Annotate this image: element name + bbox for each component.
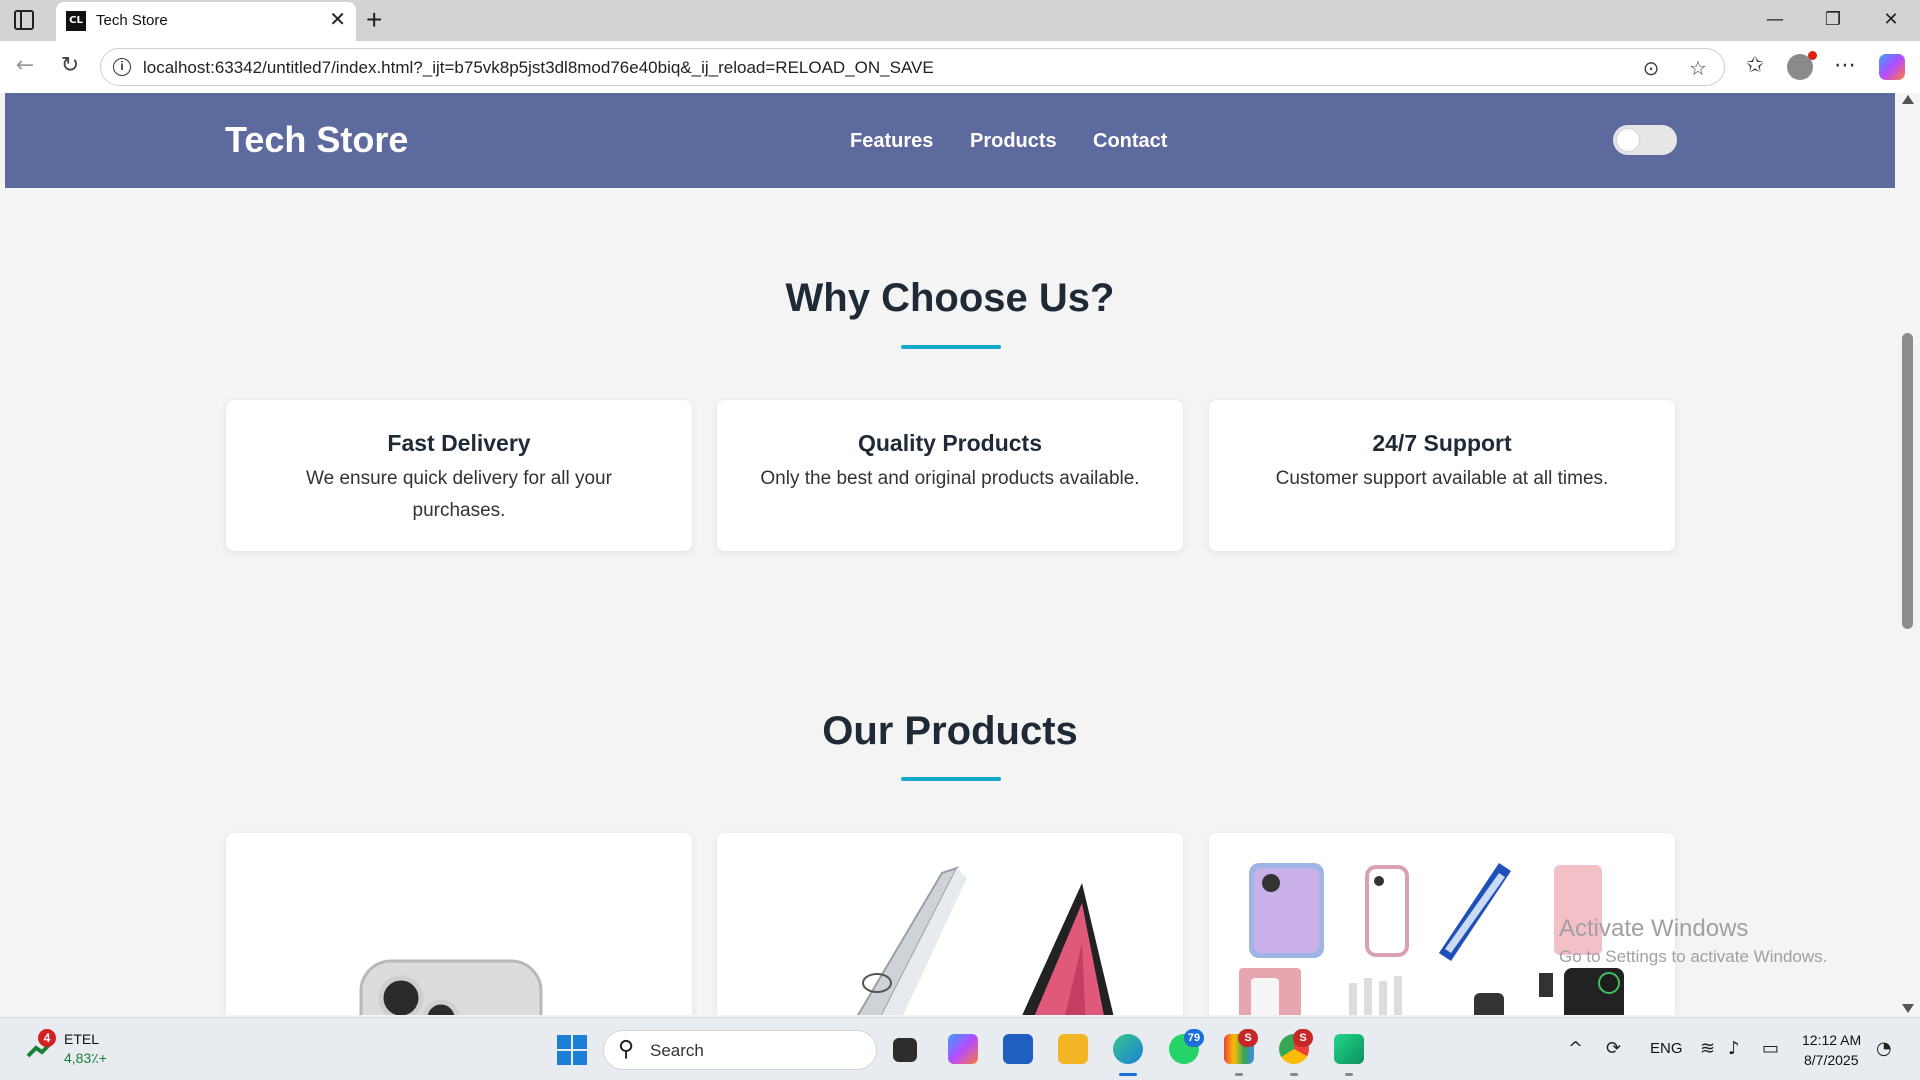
whatsapp-badge: 79	[1184, 1029, 1204, 1047]
tab-title: Tech Store	[96, 12, 168, 29]
feature-card-title: Quality Products	[857, 430, 1043, 456]
sidebar-toggle-icon[interactable]	[14, 10, 34, 30]
stock-badge: 4	[38, 1029, 56, 1047]
battery-icon[interactable]: ▭	[1762, 1038, 1779, 1060]
activate-windows-watermark: Activate Windows Go to Settings to activ…	[1559, 915, 1827, 967]
clock-date[interactable]: 8/7/2025	[1804, 1052, 1859, 1068]
url-text[interactable]: localhost:63342/untitled7/index.html?_ij…	[143, 58, 934, 78]
edge-active-indicator	[1119, 1073, 1137, 1076]
windows-taskbar: 4 ETEL 4,83٪+ ⚲ Search 79 S S ^ ⟳ ENG ≋ …	[0, 1017, 1920, 1080]
features-title: Why Choose Us?	[785, 276, 1115, 320]
clion-indicator	[1345, 1073, 1353, 1076]
site-info-icon[interactable]: i	[113, 58, 131, 76]
smartphone-image	[359, 959, 543, 1015]
task-view-icon[interactable]	[893, 1038, 917, 1062]
sync-icon[interactable]: ⟳	[1606, 1038, 1621, 1060]
copilot-icon[interactable]	[1879, 54, 1905, 80]
file-explorer-icon[interactable]	[1058, 1034, 1088, 1064]
search-placeholder: Search	[650, 1041, 704, 1060]
nav-link-products[interactable]: Products	[970, 130, 1057, 153]
restore-icon[interactable]: ❐	[1818, 6, 1848, 34]
close-window-icon[interactable]: ✕	[1876, 6, 1906, 34]
page-scrollbar[interactable]	[1895, 93, 1920, 1015]
clock-time[interactable]: 12:12 AM	[1802, 1032, 1861, 1048]
new-tab-icon[interactable]: +	[366, 4, 382, 36]
product-card-smartphone[interactable]	[226, 833, 692, 1015]
refresh-icon[interactable]: ↻	[55, 53, 85, 79]
address-bar-row: ← ↻ i localhost:63342/untitled7/index.ht…	[0, 41, 1920, 93]
gmail-badge: S	[1238, 1029, 1258, 1047]
search-icon: ⚲	[618, 1037, 635, 1062]
favorite-star-icon[interactable]: ☆	[1685, 55, 1711, 81]
chrome-badge: S	[1293, 1029, 1313, 1047]
site-header: Tech Store Features Products Contact	[5, 93, 1895, 188]
language-indicator[interactable]: ENG	[1650, 1040, 1683, 1057]
chevron-up-icon[interactable]: ^	[1568, 1038, 1583, 1060]
watermark-title: Activate Windows	[1559, 915, 1749, 942]
clion-icon[interactable]	[1334, 1034, 1364, 1064]
edge-browser-icon[interactable]	[1113, 1034, 1143, 1064]
feature-card-support: 24/7 Support Customer support available …	[1209, 400, 1675, 551]
products-title-underline	[901, 777, 1001, 781]
feature-card-title: 24/7 Support	[1372, 430, 1512, 456]
taskbar-search[interactable]: ⚲ Search	[603, 1030, 877, 1070]
windows-start-icon[interactable]	[557, 1035, 587, 1065]
features-title-underline	[901, 345, 1001, 349]
product-card-laptop[interactable]	[717, 833, 1183, 1015]
nav-link-contact[interactable]: Contact	[1093, 130, 1167, 153]
feature-card-text: Only the best and original products avai…	[760, 468, 1140, 489]
profile-avatar[interactable]	[1787, 51, 1817, 80]
volume-icon[interactable]: ♪	[1728, 1038, 1740, 1060]
favorites-icon[interactable]: ✩	[1740, 52, 1770, 80]
products-title: Our Products	[822, 709, 1078, 753]
scroll-thumb[interactable]	[1902, 333, 1913, 629]
stock-change: 4,83٪+	[64, 1050, 107, 1066]
stock-name[interactable]: ETEL	[64, 1031, 99, 1047]
feature-card-title: Fast Delivery	[387, 430, 531, 456]
close-tab-icon[interactable]: ✕	[329, 9, 346, 31]
feature-card-quality-products: Quality Products Only the best and origi…	[717, 400, 1183, 551]
back-icon[interactable]: ←	[10, 53, 40, 79]
site-logo[interactable]: Tech Store	[225, 119, 408, 161]
favicon-icon: CL	[66, 11, 86, 31]
dark-mode-toggle[interactable]	[1613, 125, 1677, 155]
feature-card-text: We ensure quick delivery for all your pu…	[306, 468, 612, 521]
scroll-down-icon[interactable]	[1902, 1004, 1914, 1013]
chrome-indicator	[1290, 1073, 1298, 1076]
copilot-app-icon[interactable]	[948, 1034, 978, 1064]
more-menu-icon[interactable]: ⋯	[1830, 52, 1860, 80]
browser-tab[interactable]: CL Tech Store ✕	[56, 2, 356, 41]
laptop-image	[856, 866, 1114, 1015]
watermark-subtitle: Go to Settings to activate Windows.	[1559, 947, 1828, 966]
notifications-icon[interactable]: ◔	[1876, 1038, 1892, 1060]
address-bar[interactable]: i localhost:63342/untitled7/index.html?_…	[100, 48, 1725, 86]
browser-tab-bar: CL Tech Store ✕ + — ❐ ✕	[0, 0, 1920, 41]
reading-mode-icon[interactable]: ⊙	[1638, 55, 1664, 81]
nav-link-features[interactable]: Features	[850, 130, 933, 153]
scroll-up-icon[interactable]	[1902, 95, 1914, 104]
feature-card-fast-delivery: Fast Delivery We ensure quick delivery f…	[226, 400, 692, 551]
toggle-knob	[1617, 129, 1639, 151]
wifi-icon[interactable]: ≋	[1700, 1038, 1715, 1060]
minimize-icon[interactable]: —	[1760, 6, 1790, 34]
microsoft-store-icon[interactable]	[1003, 1034, 1033, 1064]
gmail-indicator	[1235, 1073, 1243, 1076]
page-viewport: Tech Store Features Products Contact Why…	[5, 93, 1895, 1015]
feature-card-text: Customer support available at all times.	[1275, 468, 1609, 489]
